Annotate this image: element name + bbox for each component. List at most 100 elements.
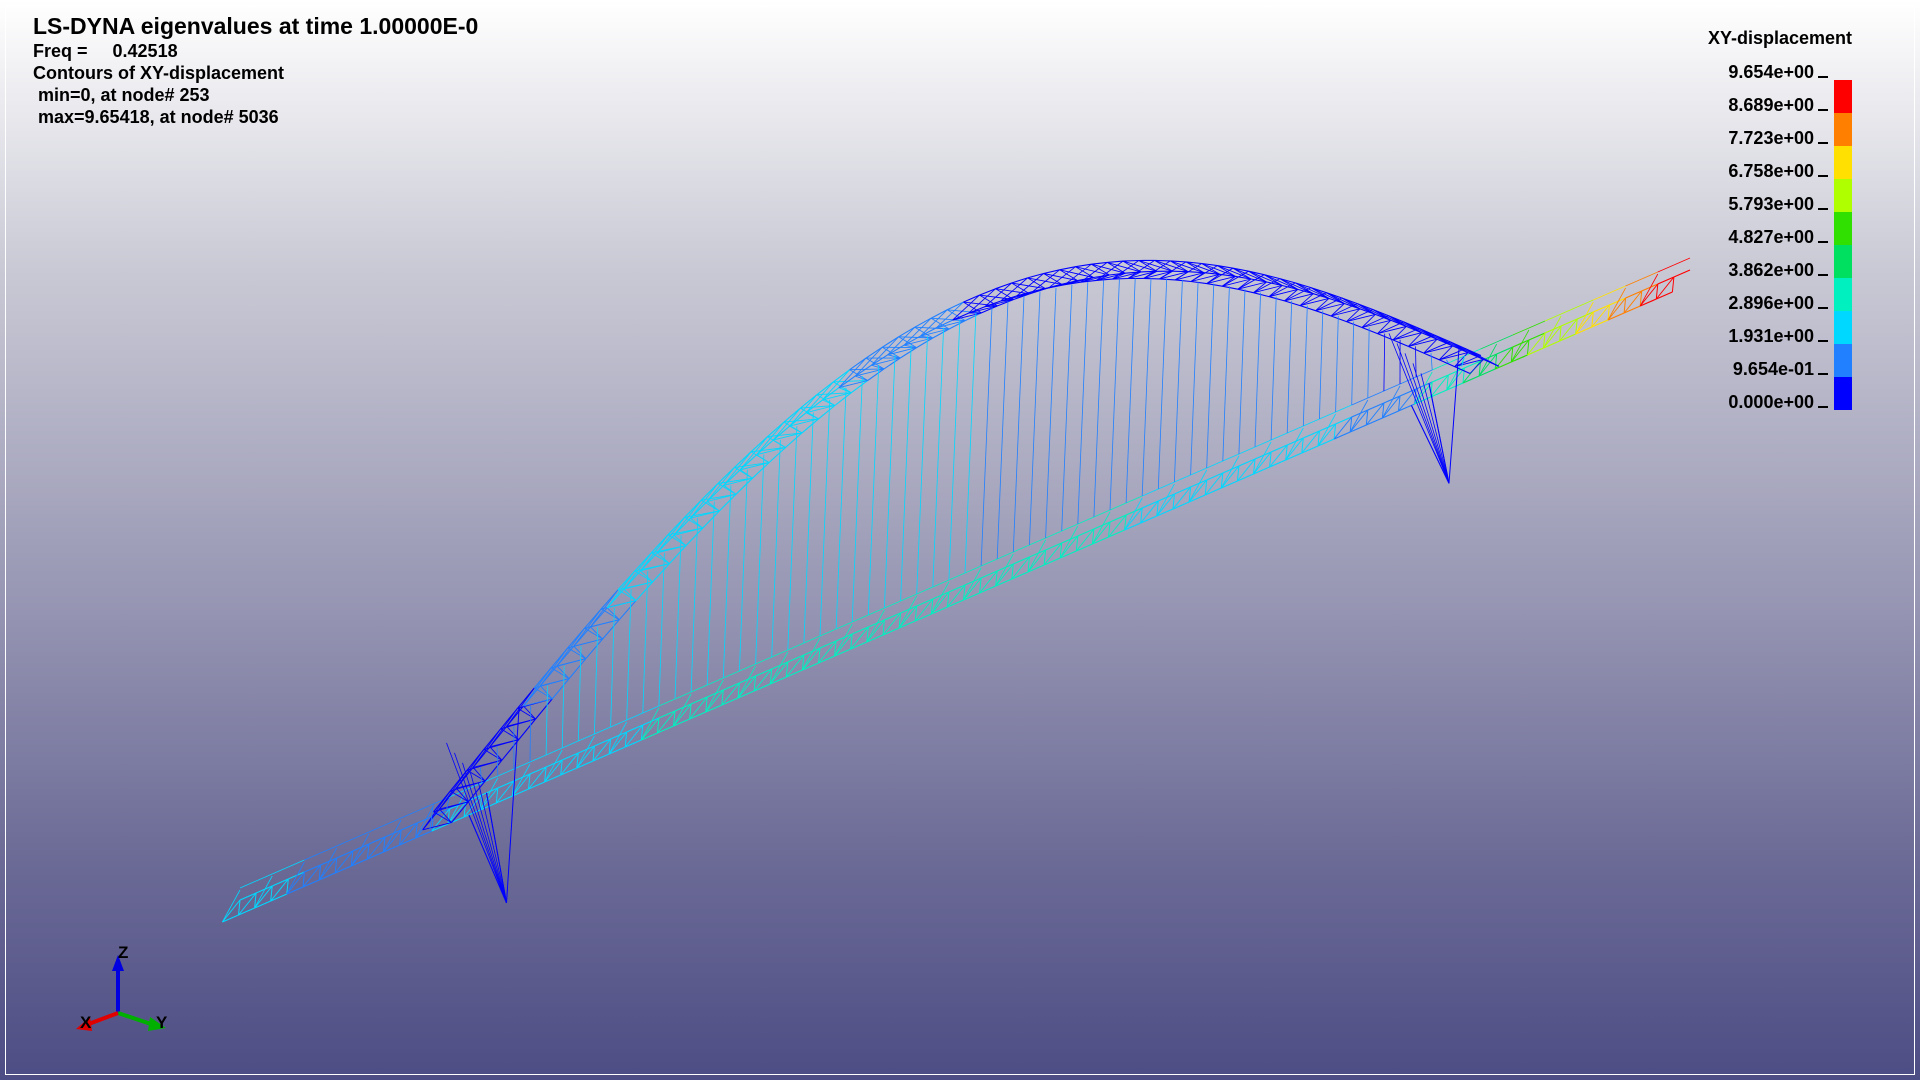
legend-swatch xyxy=(1834,80,1852,113)
arch-chord xyxy=(1175,279,1191,283)
deck-rail xyxy=(1560,306,1578,315)
legend-swatch xyxy=(1834,245,1852,278)
hanger xyxy=(1319,310,1324,420)
hanger xyxy=(900,345,912,602)
hanger xyxy=(1029,291,1041,546)
arch-ring xyxy=(617,589,637,601)
arch-chord xyxy=(1361,326,1378,335)
hanger xyxy=(706,501,715,686)
deck-rail xyxy=(1303,418,1320,427)
arch-chord xyxy=(1143,277,1160,280)
hanger xyxy=(1077,282,1089,525)
bridge-truss-model[interactable] xyxy=(0,0,1920,1080)
arch-chord xyxy=(602,619,620,640)
arch-chord xyxy=(849,357,867,371)
deck-rail xyxy=(529,754,547,763)
hanger xyxy=(1222,286,1230,462)
result-header: LS-DYNA eigenvalues at time 1.00000E-0 F… xyxy=(33,12,478,128)
legend-tick xyxy=(1818,373,1828,375)
hanger xyxy=(1141,278,1152,497)
arch-ring xyxy=(1122,260,1142,273)
legend-tick xyxy=(1818,307,1828,309)
hanger xyxy=(835,387,847,630)
deck-rail xyxy=(1238,446,1256,455)
legend-value: 8.689e+00 xyxy=(1728,95,1814,115)
arch-chord xyxy=(1346,321,1363,329)
deck-rail xyxy=(658,698,676,707)
legend-value: 2.896e+00 xyxy=(1728,293,1814,313)
legend-swatch xyxy=(1834,278,1852,311)
deck-rail xyxy=(723,670,740,679)
hanger xyxy=(1093,280,1104,518)
hanger xyxy=(916,336,928,595)
legend-value: 5.793e+00 xyxy=(1728,194,1814,214)
arch-diagonal xyxy=(871,364,885,370)
hanger xyxy=(867,365,880,616)
hanger xyxy=(545,685,548,756)
deck-rail xyxy=(272,866,289,875)
pier xyxy=(468,814,508,904)
hanger xyxy=(561,665,565,749)
deck-rail xyxy=(594,726,611,735)
contour-label: Contours of XY-displacement xyxy=(33,63,285,83)
deck-rail xyxy=(852,614,869,623)
hanger xyxy=(1157,278,1168,490)
pier-brace xyxy=(1404,353,1450,484)
arch-chord xyxy=(1284,300,1301,307)
arch-ring xyxy=(667,534,687,546)
deck-rail xyxy=(787,642,805,651)
arch-ring xyxy=(1279,278,1299,290)
hanger xyxy=(722,485,732,679)
arch-chord xyxy=(1253,292,1270,298)
arch-chord xyxy=(1330,315,1347,323)
deck-rail xyxy=(368,824,386,833)
legend-tick xyxy=(1818,208,1828,210)
arch-ring xyxy=(500,728,519,740)
arch-ring xyxy=(701,499,720,512)
deck-rail xyxy=(1432,362,1449,371)
legend-title: XY-displacement xyxy=(1707,28,1852,48)
legend-value: 3.862e+00 xyxy=(1728,260,1814,280)
deck-rail xyxy=(755,656,772,665)
hanger xyxy=(1061,284,1073,532)
legend-tick xyxy=(1818,175,1828,177)
hanger xyxy=(674,535,682,700)
arch-chord xyxy=(946,301,964,311)
hanger xyxy=(529,705,532,763)
deck-rail xyxy=(304,852,321,861)
legend-value: 1.931e+00 xyxy=(1728,326,1814,346)
deck-rail xyxy=(948,572,966,581)
hanger xyxy=(980,306,993,567)
deck-rail xyxy=(1077,516,1095,525)
arch-chord xyxy=(1222,285,1238,290)
arch-diagonal xyxy=(640,570,654,583)
arch-chord xyxy=(832,369,851,383)
arch-chord xyxy=(1159,278,1176,281)
arch-ring xyxy=(684,516,703,529)
legend-swatch xyxy=(1834,113,1852,146)
legend-swatch xyxy=(1834,212,1852,245)
legend-tick xyxy=(1818,340,1828,342)
hanger xyxy=(1254,292,1261,448)
hanger xyxy=(884,354,896,609)
hanger xyxy=(1190,281,1199,476)
arch-chord xyxy=(767,421,785,438)
hanger xyxy=(996,300,1009,560)
deck-rail xyxy=(1528,320,1546,329)
deck-rail xyxy=(497,768,515,777)
legend-swatch xyxy=(1834,344,1852,377)
legend-swatch xyxy=(1834,146,1852,179)
arch-chord xyxy=(1408,345,1425,354)
hanger xyxy=(1238,289,1246,455)
deck-rail xyxy=(1142,488,1159,497)
pier xyxy=(1410,405,1450,484)
legend-swatch xyxy=(1834,311,1852,344)
arch-chord xyxy=(932,328,950,339)
deck-rail xyxy=(1045,530,1062,539)
legend-tick xyxy=(1818,109,1828,111)
arch-ring xyxy=(871,357,901,366)
arch-chord xyxy=(585,638,604,660)
deck-rail xyxy=(980,558,998,567)
deck-rail xyxy=(1174,474,1191,483)
hanger xyxy=(964,313,977,574)
